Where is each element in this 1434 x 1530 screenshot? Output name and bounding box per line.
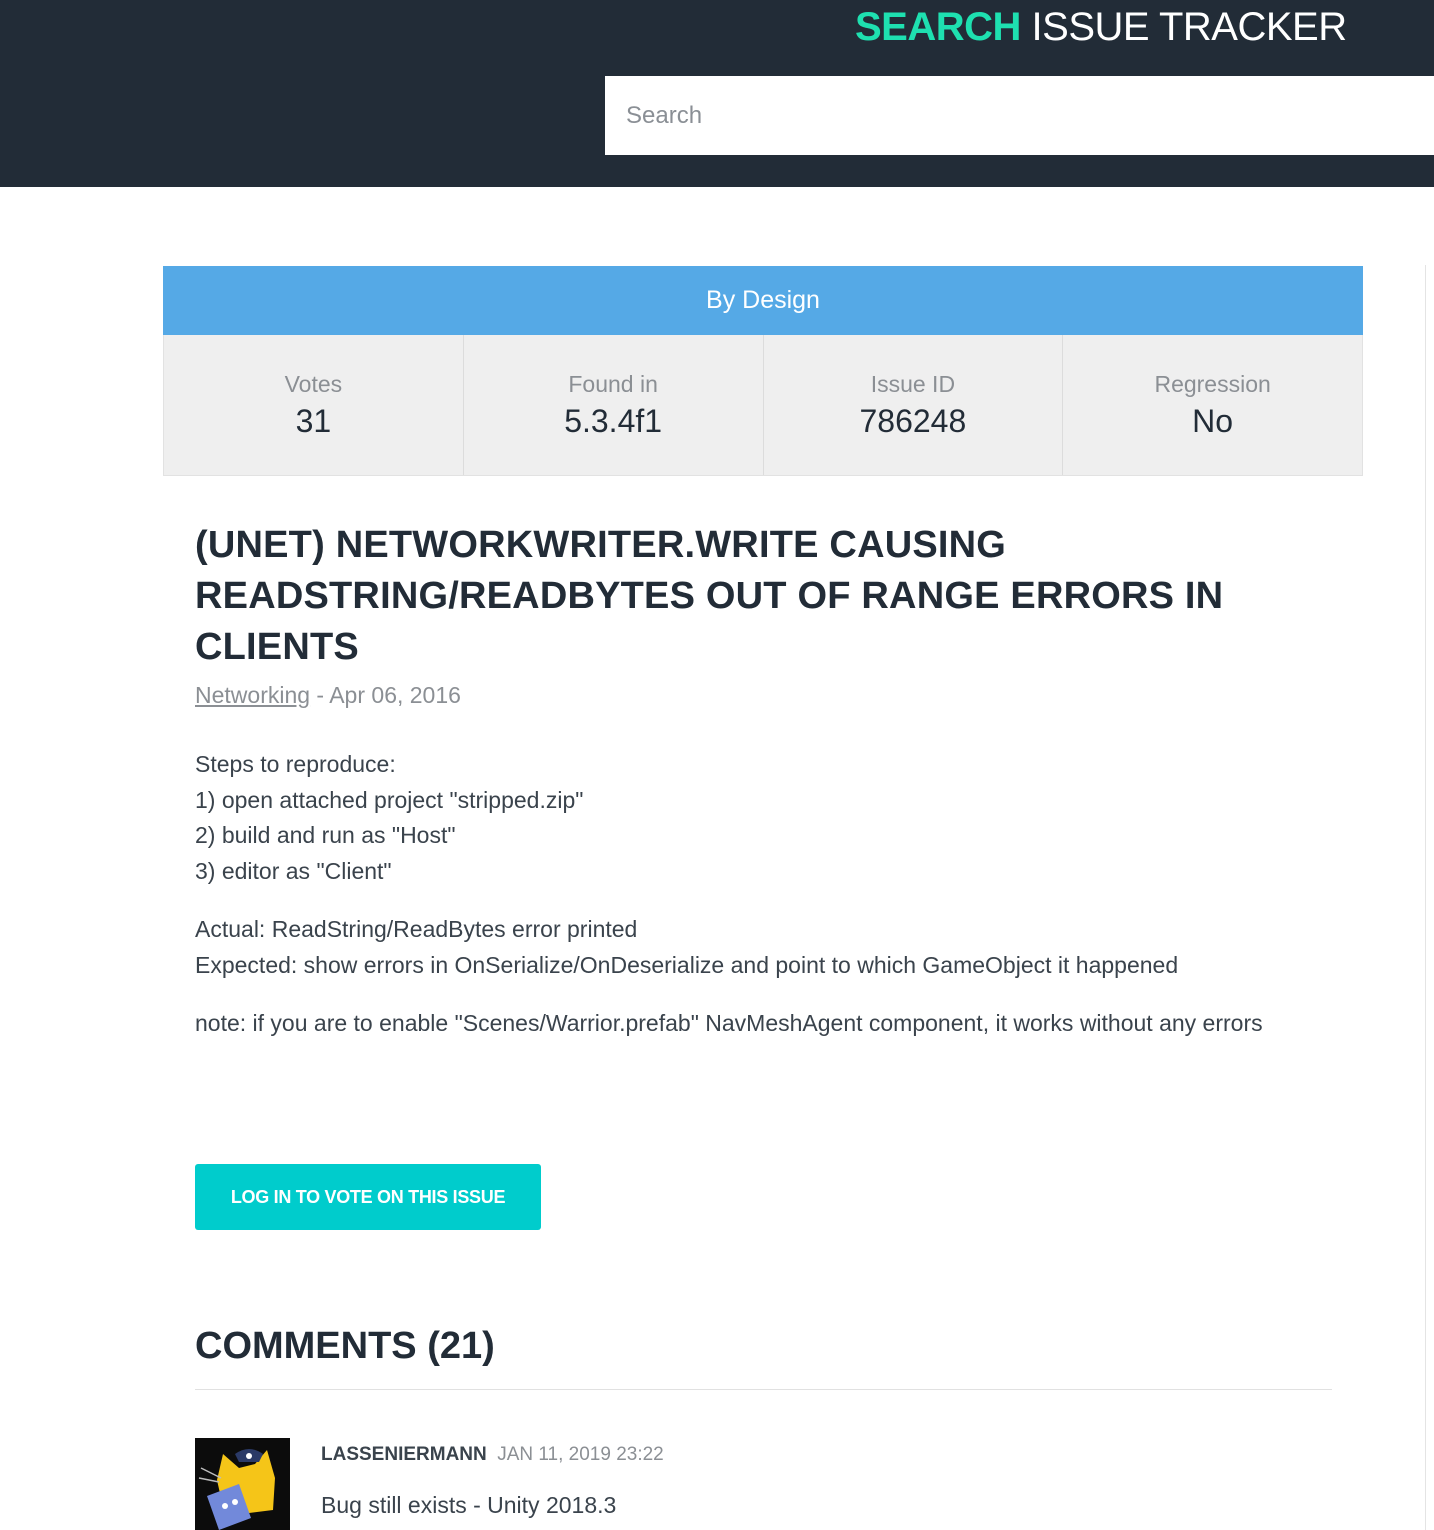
issue-stats: Votes 31 Found in 5.3.4f1 Issue ID 78624… xyxy=(163,335,1363,476)
status-label: By Design xyxy=(706,286,820,314)
stat-label: Regression xyxy=(1154,371,1271,397)
stat-value: No xyxy=(1192,403,1234,439)
issue-meta: Networking - Apr 06, 2016 xyxy=(195,679,1335,711)
stat-label: Issue ID xyxy=(870,371,956,397)
stat-found-in: Found in 5.3.4f1 xyxy=(464,335,764,475)
comments-divider xyxy=(195,1389,1332,1390)
stat-value: 5.3.4f1 xyxy=(564,403,663,439)
issue-date: - Apr 06, 2016 xyxy=(310,682,461,708)
stat-issue-id: Issue ID 786248 xyxy=(764,335,1064,475)
comment-header: LasseNiermann JAN 11, 2019 23:22 xyxy=(321,1442,664,1469)
comments-heading: COMMENTS (21) xyxy=(195,1325,495,1367)
brand-highlight: SEARCH xyxy=(855,5,1021,49)
login-to-vote-button[interactable]: Log in to vote on this issue xyxy=(195,1164,541,1230)
stat-votes: Votes 31 xyxy=(164,335,464,475)
sidebar-divider xyxy=(1425,265,1426,1530)
brand-logo[interactable]: SEARCH ISSUE TRACKER xyxy=(855,4,1347,50)
status-banner: By Design xyxy=(163,266,1363,335)
comment-date: JAN 11, 2019 23:22 xyxy=(497,1444,664,1465)
issue-content: (UNET) NetworkWriter.Write causing ReadS… xyxy=(195,520,1335,1065)
stat-label: Votes xyxy=(284,371,343,397)
stat-value: 31 xyxy=(295,403,332,439)
avatar-image xyxy=(195,1438,290,1530)
category-link[interactable]: Networking xyxy=(195,682,310,708)
issue-description: Steps to reproduce: 1) open attached pro… xyxy=(195,747,1335,1042)
comment-author[interactable]: LasseNiermann xyxy=(321,1444,487,1465)
description-paragraph: Actual: ReadString/ReadBytes error print… xyxy=(195,916,1179,978)
brand-rest: ISSUE TRACKER xyxy=(1031,5,1348,49)
comment-body: Bug still exists - Unity 2018.3 xyxy=(321,1492,617,1518)
search-input[interactable] xyxy=(605,76,1434,155)
site-header: SEARCH ISSUE TRACKER xyxy=(0,0,1434,187)
stat-value: 786248 xyxy=(859,403,967,439)
stat-label: Found in xyxy=(568,371,658,397)
stat-regression: Regression No xyxy=(1063,335,1362,475)
description-paragraph: Steps to reproduce: 1) open attached pro… xyxy=(195,751,584,884)
avatar[interactable] xyxy=(195,1438,290,1530)
issue-title: (UNET) NetworkWriter.Write causing ReadS… xyxy=(195,524,1224,668)
description-paragraph: note: if you are to enable "Scenes/Warri… xyxy=(195,1010,1263,1036)
